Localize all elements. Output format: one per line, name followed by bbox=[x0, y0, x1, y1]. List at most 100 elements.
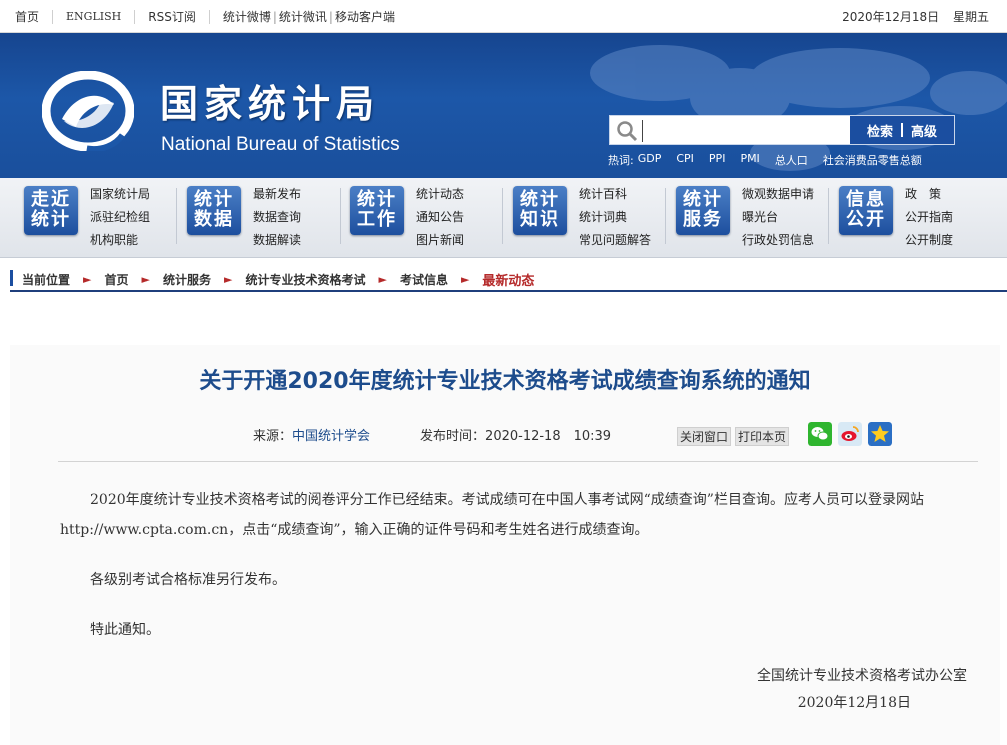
nav-item[interactable]: 数据解读 bbox=[253, 229, 301, 252]
signature-date: 2020年12月18日 bbox=[797, 695, 911, 711]
nav-item[interactable]: 国家统计局 bbox=[90, 183, 150, 206]
weixin-link[interactable]: 统计微讯 bbox=[277, 8, 329, 25]
hot-word-retail-sales[interactable]: 社会消费品零售总额 bbox=[823, 152, 922, 168]
nav-divider bbox=[665, 188, 666, 244]
hot-words: 热词: GDP CPI PPI PMI 总人口 社会消费品零售总额 bbox=[608, 152, 937, 168]
arrow-right-icon: ► bbox=[83, 273, 92, 286]
nav-item[interactable]: 统计动态 bbox=[416, 183, 464, 206]
nav-items: 统计动态 通知公告 图片新闻 bbox=[416, 183, 464, 252]
nav-tile-data[interactable]: 统计 数据 bbox=[187, 186, 241, 235]
breadcrumb-label: 当前位置 bbox=[22, 273, 71, 287]
weekday-text: 星期五 bbox=[952, 10, 989, 24]
top-links: 首页 ENGLISH RSS订阅 统计微博 | 统计微讯 | 移动客户端 bbox=[8, 8, 397, 25]
search-input[interactable] bbox=[642, 120, 847, 142]
hot-word-ppi[interactable]: PPI bbox=[709, 152, 726, 168]
arrow-right-icon: ► bbox=[141, 273, 150, 286]
breadcrumb-trail: 当前位置 ► 首页 ► 统计服务 ► 统计专业技术资格考试 ► 考试信息 ► 最… bbox=[22, 270, 534, 289]
close-window-button[interactable]: 关闭窗口 bbox=[677, 427, 732, 446]
article-meta: 来源： 中国统计学会 发布时间： 2020-12-18 10:39 bbox=[253, 425, 611, 444]
advanced-search-button[interactable]: 高级 bbox=[903, 121, 945, 140]
header-banner: 国家统计局 National Bureau of Statistics 检索 高… bbox=[0, 33, 1007, 178]
nav-item[interactable]: 常见问题解答 bbox=[579, 229, 651, 252]
nav-items: 国家统计局 派驻纪检组 机构职能 bbox=[90, 183, 150, 252]
article: 关于开通2020年度统计专业技术资格考试成绩查询系统的通知 来源： 中国统计学会… bbox=[10, 345, 1000, 745]
nav-item[interactable]: 通知公告 bbox=[416, 206, 464, 229]
signature-org: 全国统计专业技术资格考试办公室 bbox=[757, 668, 967, 684]
breadcrumb-service[interactable]: 统计服务 bbox=[163, 271, 211, 288]
home-link[interactable]: 首页 bbox=[8, 8, 46, 25]
nav-tile-work[interactable]: 统计 工作 bbox=[350, 186, 404, 235]
nav-item[interactable]: 机构职能 bbox=[90, 229, 150, 252]
weibo-link[interactable]: 统计微博 bbox=[216, 8, 273, 25]
rss-link[interactable]: RSS订阅 bbox=[141, 8, 203, 25]
source-label: 来源： bbox=[253, 429, 293, 444]
share-bar bbox=[808, 422, 898, 446]
nav-tile-knowledge[interactable]: 统计 知识 bbox=[513, 186, 567, 235]
site-title-en: National Bureau of Statistics bbox=[161, 134, 400, 155]
nav-divider bbox=[502, 188, 503, 244]
paragraph: 特此通知。 bbox=[90, 622, 160, 638]
current-date: 2020年12月18日 星期五 bbox=[832, 8, 989, 25]
hot-word-gdp[interactable]: GDP bbox=[638, 152, 662, 168]
hot-words-label: 热词: bbox=[608, 154, 634, 167]
nav-item[interactable]: 统计词典 bbox=[579, 206, 651, 229]
article-body: 2020年度统计专业技术资格考试的阅卷评分工作已经结束。考试成绩可在中国人事考试… bbox=[60, 485, 970, 665]
nav-divider bbox=[340, 188, 341, 244]
publish-time-label: 发布时间： bbox=[420, 429, 486, 444]
date-text: 2020年12月18日 bbox=[842, 10, 940, 24]
nav-item[interactable]: 微观数据申请 bbox=[742, 183, 814, 206]
divider bbox=[52, 9, 54, 24]
signature: 全国统计专业技术资格考试办公室 2020年12月18日 bbox=[757, 663, 967, 717]
top-bar: 首页 ENGLISH RSS订阅 统计微博 | 统计微讯 | 移动客户端 202… bbox=[0, 0, 1007, 33]
paragraph: 各级别考试合格标准另行发布。 bbox=[90, 572, 286, 588]
nav-item[interactable]: 图片新闻 bbox=[416, 229, 464, 252]
mobile-client-link[interactable]: 移动客户端 bbox=[333, 8, 397, 25]
arrow-right-icon: ► bbox=[378, 273, 387, 286]
search-buttons: 检索 高级 bbox=[850, 116, 954, 144]
breadcrumb-marker bbox=[10, 270, 13, 286]
nav-tile-service[interactable]: 统计 服务 bbox=[676, 186, 730, 235]
main-nav: 走近 统计 国家统计局 派驻纪检组 机构职能 统计 数据 最新发布 数据查询 数据解… bbox=[0, 178, 1007, 258]
site-title-cn: 国家统计局 bbox=[160, 82, 381, 126]
english-link[interactable]: ENGLISH bbox=[59, 10, 128, 23]
nav-item[interactable]: 数据查询 bbox=[253, 206, 301, 229]
favorite-star-icon[interactable] bbox=[868, 422, 892, 446]
breadcrumb-exam-info[interactable]: 考试信息 bbox=[400, 271, 448, 288]
nav-items: 政 策 公开指南 公开制度 bbox=[905, 183, 953, 252]
nav-item[interactable]: 最新发布 bbox=[253, 183, 301, 206]
arrow-right-icon: ► bbox=[460, 273, 470, 286]
breadcrumb-exam[interactable]: 统计专业技术资格考试 bbox=[245, 271, 365, 288]
search-box: 检索 高级 bbox=[609, 115, 955, 145]
source-link[interactable]: 中国统计学会 bbox=[292, 425, 370, 444]
weibo-icon[interactable] bbox=[838, 422, 862, 446]
wechat-icon[interactable] bbox=[808, 422, 832, 446]
article-title: 关于开通2020年度统计专业技术资格考试成绩查询系统的通知 bbox=[199, 369, 811, 394]
search-button[interactable]: 检索 bbox=[859, 121, 901, 140]
nav-item[interactable]: 公开制度 bbox=[905, 229, 953, 252]
nav-item[interactable]: 政 策 bbox=[905, 183, 953, 206]
nav-item[interactable]: 派驻纪检组 bbox=[90, 206, 150, 229]
paragraph: 2020年度统计专业技术资格考试的阅卷评分工作已经结束。考试成绩可在中国人事考试… bbox=[60, 492, 924, 538]
nbs-logo bbox=[42, 71, 134, 151]
nav-items: 统计百科 统计词典 常见问题解答 bbox=[579, 183, 651, 252]
nav-tile-about[interactable]: 走近 统计 bbox=[24, 186, 78, 235]
nav-tile-disclosure[interactable]: 信息 公开 bbox=[839, 186, 893, 235]
arrow-right-icon: ► bbox=[223, 273, 233, 286]
nav-divider bbox=[176, 188, 177, 244]
breadcrumb-current[interactable]: 最新动态 bbox=[482, 270, 534, 289]
nav-items: 最新发布 数据查询 数据解读 bbox=[253, 183, 301, 252]
hot-word-population[interactable]: 总人口 bbox=[775, 152, 808, 168]
breadcrumb-home[interactable]: 首页 bbox=[104, 271, 128, 288]
hot-word-pmi[interactable]: PMI bbox=[740, 152, 759, 168]
nav-item[interactable]: 公开指南 bbox=[905, 206, 953, 229]
nav-item[interactable]: 曝光台 bbox=[742, 206, 814, 229]
divider bbox=[208, 9, 210, 24]
divider bbox=[134, 9, 136, 24]
nav-item[interactable]: 行政处罚信息 bbox=[742, 229, 814, 252]
hot-word-cpi[interactable]: CPI bbox=[676, 152, 694, 168]
article-divider bbox=[58, 461, 978, 462]
publish-time: 2020-12-18 10:39 bbox=[485, 429, 612, 444]
print-page-button[interactable]: 打印本页 bbox=[735, 427, 790, 446]
nav-item[interactable]: 统计百科 bbox=[579, 183, 651, 206]
nav-items: 微观数据申请 曝光台 行政处罚信息 bbox=[742, 183, 814, 252]
